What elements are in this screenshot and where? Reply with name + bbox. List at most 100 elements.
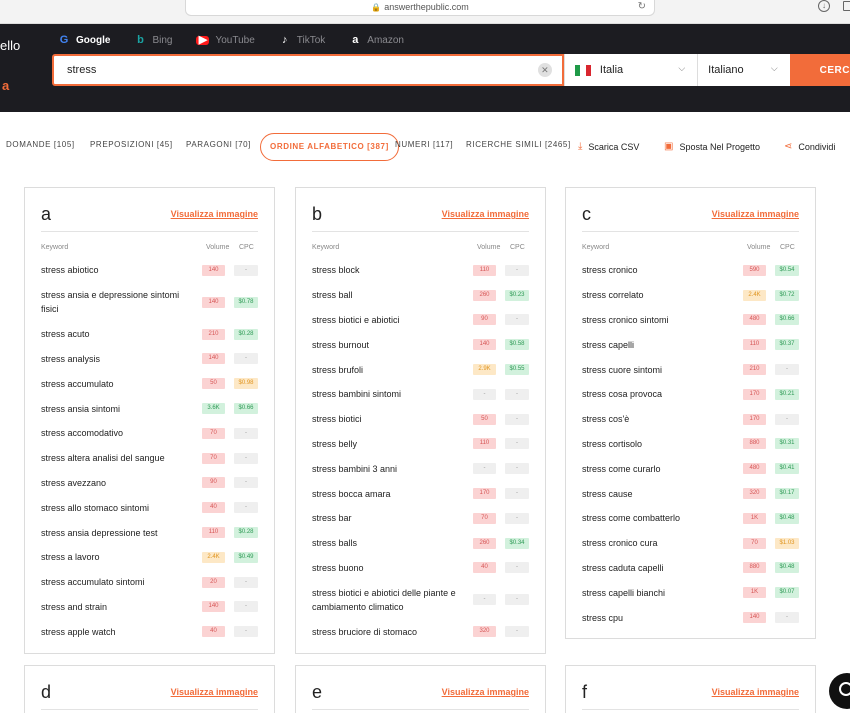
keyword-row[interactable]: stress ansia depressione test 110 $0.28: [41, 520, 258, 545]
engine-tab-amazon[interactable]: a Amazon: [349, 32, 404, 48]
keyword-list: stress abiotico 140- stress ansia e depres…: [41, 258, 258, 644]
view-image-link[interactable]: Visualizza immagine: [712, 209, 799, 219]
keyword-row[interactable]: stress cosa provoca 170 $0.21: [582, 382, 799, 407]
keyword-row[interactable]: stress analysis 140-: [41, 347, 258, 372]
keyword-row[interactable]: stress brufoli 2.9K $0.55: [312, 357, 529, 382]
keyword-row[interactable]: stress bruciore di stomaco 320-: [312, 619, 529, 644]
keyword-row[interactable]: stress bambini 3 anni - -: [312, 456, 529, 481]
volume-badge: 590: [743, 264, 766, 276]
cpc-badge: $0.17: [775, 488, 799, 500]
keyword-row[interactable]: stress biotici e abiotici delle piante e…: [312, 580, 529, 619]
keyword-row[interactable]: stress accumulato 50 $0.98: [41, 371, 258, 396]
tab-ordine[interactable]: ORDINE ALFABETICO [387]: [260, 133, 399, 161]
keyword-row[interactable]: stress bocca amara 170-: [312, 481, 529, 506]
keyword-text: stress burnout: [312, 339, 370, 350]
keyword-row[interactable]: stress accumulato sintomi 20-: [41, 570, 258, 595]
keyword-row[interactable]: stress cos'è 170-: [582, 407, 799, 432]
keyword-text: stress abiotico: [41, 265, 99, 276]
keyword-row[interactable]: stress biotici 50-: [312, 407, 529, 432]
engine-tab-youtube[interactable]: ▶ YouTube: [196, 32, 255, 48]
engine-label: Amazon: [367, 34, 404, 46]
keyword-text: stress apple watch: [41, 626, 116, 637]
keyword-row[interactable]: stress belly 110-: [312, 432, 529, 457]
volume-badge: 50: [202, 378, 225, 390]
keyword-text: stress brufoli: [312, 364, 364, 375]
keyword-row[interactable]: stress and strain 140-: [41, 595, 258, 620]
scarica-csv-button[interactable]: ⤓ Scarica CSV: [578, 141, 639, 152]
keyword-row[interactable]: stress cortisolo 880 $0.31: [582, 432, 799, 457]
tab-ricerche[interactable]: RICERCHE SIMILI [2465]: [466, 140, 571, 149]
keyword-row[interactable]: stress capelli bianchi 1K $0.07: [582, 580, 799, 605]
view-image-link[interactable]: Visualizza immagine: [442, 687, 529, 697]
view-image-link[interactable]: Visualizza immagine: [171, 209, 258, 219]
cpc-badge: $0.48: [775, 512, 799, 524]
keyword-row[interactable]: stress ansia sintomi 3.6K $0.66: [41, 396, 258, 421]
keyword-row[interactable]: stress capelli 110 $0.37: [582, 332, 799, 357]
cpc-badge: $0.72: [775, 289, 799, 301]
tab-numeri[interactable]: NUMERI [117]: [395, 140, 453, 149]
keyword-text: stress bambini sintomi: [312, 389, 402, 400]
downloads-icon[interactable]: ↓: [818, 0, 830, 12]
keyword-text: stress ansia e depressione sintomi fisic…: [41, 290, 180, 315]
tabs-overview-icon[interactable]: [843, 1, 850, 11]
keyword-row[interactable]: stress allo stomaco sintomi 40-: [41, 495, 258, 520]
sposta-nel-progetto-button[interactable]: ▣ Sposta Nel Progetto: [664, 141, 760, 152]
engine-tab-google[interactable]: G Google: [58, 32, 111, 48]
cpc-badge: -: [505, 512, 529, 524]
keyword-row[interactable]: stress bar 70-: [312, 506, 529, 531]
keyword-text: stress biotici e abiotici: [312, 314, 400, 325]
language-select[interactable]: Italiano ⌵: [697, 54, 790, 86]
clear-icon[interactable]: ✕: [537, 63, 552, 77]
tab-domande[interactable]: DOMANDE [105]: [6, 140, 75, 149]
keyword-row[interactable]: stress come curarlo 480 $0.41: [582, 456, 799, 481]
keyword-row[interactable]: stress caduta capelli 880 $0.48: [582, 556, 799, 581]
keyword-row[interactable]: stress accomodativo 70-: [41, 421, 258, 446]
reload-icon[interactable]: ↻: [638, 0, 646, 14]
country-select[interactable]: Italia ⌵: [563, 54, 698, 86]
engine-tab-tiktok[interactable]: ♪ TikTok: [279, 32, 325, 48]
engine-tab-bing[interactable]: b Bing: [134, 32, 172, 48]
keyword-row[interactable]: stress balls 260 $0.34: [312, 531, 529, 556]
keyword-row[interactable]: stress altera analisi del sangue 70-: [41, 446, 258, 471]
tab-preposizioni[interactable]: PREPOSIZIONI [45]: [90, 140, 173, 149]
keyword-text: stress and strain: [41, 601, 108, 612]
condividi-button[interactable]: ⋖ Condividi: [784, 141, 835, 152]
view-image-link[interactable]: Visualizza immagine: [442, 209, 529, 219]
volume-badge: 40: [202, 502, 225, 514]
keyword-row[interactable]: stress cpu 140-: [582, 605, 799, 630]
keyword-text: stress cpu: [582, 612, 624, 623]
keyword-row[interactable]: stress ball 260 $0.23: [312, 283, 529, 308]
amazon-icon: a: [352, 34, 359, 46]
chat-button[interactable]: [829, 673, 850, 709]
keyword-row[interactable]: stress avezzano 90-: [41, 471, 258, 496]
cpc-badge: -: [505, 463, 529, 475]
keyword-row[interactable]: stress come combatterlo 1K $0.48: [582, 506, 799, 531]
tab-paragoni[interactable]: PARAGONI [70]: [186, 140, 251, 149]
view-image-link[interactable]: Visualizza immagine: [171, 687, 258, 697]
keyword-row[interactable]: stress cronico 590 $0.54: [582, 258, 799, 283]
keyword-row[interactable]: stress ansia e depressione sintomi fisic…: [41, 283, 258, 322]
keyword-row[interactable]: stress buono 40-: [312, 556, 529, 581]
keyword-row[interactable]: stress biotici e abiotici 90-: [312, 308, 529, 333]
keyword-row[interactable]: stress cronico cura 70 $1.03: [582, 531, 799, 556]
keyword-row[interactable]: stress correlato 2.4K $0.72: [582, 283, 799, 308]
volume-badge: 50: [473, 413, 496, 425]
view-image-link[interactable]: Visualizza immagine: [712, 687, 799, 697]
cpc-badge: -: [505, 413, 529, 425]
keyword-row[interactable]: stress burnout 140 $0.58: [312, 332, 529, 357]
search-input[interactable]: [54, 56, 524, 84]
keyword-row[interactable]: stress a lavoro 2.4K $0.49: [41, 545, 258, 570]
address-bar[interactable]: 🔒 answerthepublic.com ↻: [185, 0, 655, 16]
cpc-badge: $0.34: [505, 537, 529, 549]
keyword-row[interactable]: stress apple watch 40-: [41, 619, 258, 644]
card-header: a Visualizza immagine: [41, 204, 258, 232]
keyword-row[interactable]: stress block 110-: [312, 258, 529, 283]
keyword-row[interactable]: stress cronico sintomi 480 $0.66: [582, 308, 799, 333]
search-button[interactable]: CERC: [789, 54, 850, 86]
keyword-row[interactable]: stress abiotico 140-: [41, 258, 258, 283]
keyword-row[interactable]: stress cuore sintomi 210-: [582, 357, 799, 382]
keyword-row[interactable]: stress acuto 210 $0.28: [41, 322, 258, 347]
keyword-text: stress cortisolo: [582, 438, 643, 449]
keyword-row[interactable]: stress cause 320 $0.17: [582, 481, 799, 506]
keyword-row[interactable]: stress bambini sintomi - -: [312, 382, 529, 407]
